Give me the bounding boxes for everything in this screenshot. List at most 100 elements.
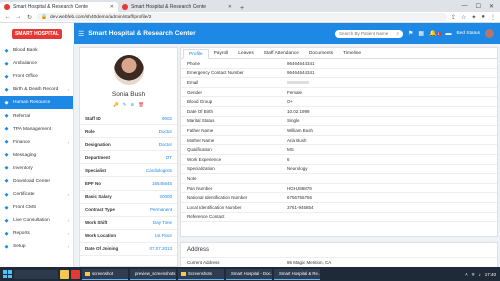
kebab-menu-icon[interactable]: ⋮ bbox=[490, 14, 496, 21]
bell-icon[interactable]: 🔔1 bbox=[429, 30, 441, 37]
detail-row-label: Date Of Birth bbox=[187, 108, 214, 114]
app-logo[interactable]: SMART HOSPITAL bbox=[11, 28, 63, 39]
clock[interactable]: 17:40 bbox=[485, 272, 496, 277]
minimize-icon[interactable]: — bbox=[462, 3, 468, 10]
address-list: Current Address 86 Magic Mention, CA bbox=[181, 258, 497, 267]
network-icon[interactable]: ⌾ bbox=[472, 272, 475, 277]
sidebar-item-front-cms[interactable]: ◆ Front CMS bbox=[0, 201, 73, 214]
detail-row-value: O+ bbox=[287, 99, 294, 105]
disable-icon[interactable]: ⊘ bbox=[130, 102, 134, 108]
detail-row-label: Local Identification Number bbox=[187, 204, 242, 210]
os-taskbar: screenshot preview_screenshots Screenshots… bbox=[0, 267, 500, 281]
calendar-icon[interactable]: ▦ bbox=[418, 30, 424, 37]
taskbar-window-button[interactable]: Screenshots bbox=[178, 268, 224, 280]
sidebar-item-front-office[interactable]: ◆ Front Office bbox=[0, 70, 73, 83]
new-tab-button[interactable]: + bbox=[236, 5, 248, 12]
profile-row-value: 07.07.2013 bbox=[149, 246, 172, 252]
chrome-icon[interactable] bbox=[71, 269, 80, 279]
trash-icon[interactable]: 🗑 bbox=[138, 102, 144, 108]
sidebar-item-ambulance[interactable]: ◆ Ambulance bbox=[0, 57, 73, 70]
taskbar-window-button[interactable]: Smart Hospital - Doc... bbox=[226, 268, 272, 280]
profile-row-label: Department bbox=[85, 154, 111, 160]
detail-row: Qualification MS bbox=[181, 145, 497, 155]
desk-icon: ◆ bbox=[4, 73, 9, 80]
chevron-up-icon[interactable]: ˄ bbox=[465, 272, 468, 277]
detail-row-value: Aria Bush bbox=[287, 137, 307, 143]
pencil-icon[interactable]: ✎ bbox=[123, 102, 127, 108]
volume-icon[interactable]: ♪ bbox=[478, 272, 480, 277]
sidebar-item-tpa-management[interactable]: ◆ TPA Management bbox=[0, 123, 73, 136]
profile-row: Work Shift Day Time bbox=[80, 217, 177, 230]
sidebar-item-download-center[interactable]: ◆ Download Center bbox=[0, 175, 73, 188]
sidebar-item-setup[interactable]: ◆ Setup › bbox=[0, 240, 73, 253]
detail-row-label: Work Experience bbox=[187, 156, 222, 162]
chevron-right-icon: › bbox=[67, 218, 69, 224]
browser-tab-active[interactable]: Smart Hospital & Research Cente ✕ bbox=[0, 2, 118, 12]
forward-icon[interactable]: → bbox=[15, 14, 22, 20]
profile-row-value: Cardiologists bbox=[145, 167, 172, 173]
profile-icon[interactable]: ● bbox=[481, 14, 485, 21]
sidebar: ◆ Blood Bank ◆ Ambulance ◆ Front Office ◆ Birth… bbox=[0, 44, 74, 267]
file-explorer-icon[interactable] bbox=[60, 269, 69, 279]
bed-status-link[interactable]: Bed Status bbox=[457, 31, 480, 36]
tab-leaves[interactable]: Leaves bbox=[233, 48, 258, 58]
close-icon[interactable]: ✕ bbox=[110, 4, 114, 10]
browser-tab[interactable]: Smart Hospital & Research Cente ✕ bbox=[118, 2, 236, 12]
sidebar-item-messaging[interactable]: ◆ Messaging bbox=[0, 149, 73, 162]
profile-card: Sonia Bush 🔑 ✎ ⊘ 🗑 Staff ID 9002 Role Docto… bbox=[79, 47, 178, 267]
record-icon: ◆ bbox=[4, 86, 9, 93]
back-icon[interactable]: ← bbox=[4, 14, 11, 20]
detail-row-value: 96464644341 bbox=[287, 70, 315, 76]
users-icon: ◆ bbox=[4, 99, 9, 106]
detail-row-value: Female bbox=[287, 89, 303, 95]
url-field[interactable]: 🔒 dev.webfeb.com/sh40demo/admin/staff/pr… bbox=[37, 13, 447, 21]
search-placeholder: Search By Patient Name bbox=[339, 31, 389, 36]
app-title: Smart Hospital & Research Center bbox=[88, 30, 196, 37]
sidebar-item-inventory[interactable]: ◆ Inventory bbox=[0, 162, 73, 175]
sidebar-item-label: Reports bbox=[13, 231, 30, 237]
tab-profile[interactable]: Profile bbox=[183, 49, 209, 59]
taskbar-window-button[interactable]: Smart Hospital & Re... bbox=[274, 268, 320, 280]
patient-search-input[interactable]: Search By Patient Name ⌕ bbox=[335, 29, 404, 38]
sidebar-item-referral[interactable]: ◆ Referral bbox=[0, 109, 73, 122]
detail-row: Marital Status Single bbox=[181, 117, 497, 127]
maximize-icon[interactable]: ☐ bbox=[476, 3, 481, 10]
detail-row-label: Qualification bbox=[187, 147, 212, 153]
close-window-icon[interactable]: ✕ bbox=[489, 3, 494, 10]
taskbar-window-button[interactable]: screenshot bbox=[82, 268, 128, 280]
taskbar-window-label: Smart Hospital - Doc... bbox=[231, 271, 272, 276]
taskbar-search[interactable] bbox=[14, 269, 58, 279]
sidebar-item-reports[interactable]: ◆ Reports › bbox=[0, 227, 73, 240]
reload-icon[interactable]: ↻ bbox=[26, 14, 33, 21]
star-icon[interactable]: ☆ bbox=[461, 14, 466, 21]
detail-row-label: Phone bbox=[187, 60, 201, 66]
extensions-icon[interactable]: ✦ bbox=[471, 14, 476, 21]
detail-row: Work Experience 6 bbox=[181, 155, 497, 165]
site-favicon-icon bbox=[122, 4, 128, 10]
detail-row-value: Neurology bbox=[287, 166, 308, 172]
user-avatar[interactable] bbox=[485, 29, 494, 38]
close-icon[interactable]: ✕ bbox=[228, 4, 232, 10]
taskbar-window-label: Smart Hospital & Re... bbox=[279, 271, 320, 276]
detail-row-value: HGHJ86879 bbox=[287, 185, 312, 191]
key-icon[interactable]: 🔑 bbox=[113, 102, 119, 108]
taskbar-window-button[interactable]: preview_screenshots bbox=[130, 268, 176, 280]
sidebar-item-birth-death-record[interactable]: ◆ Birth & Death Record › bbox=[0, 83, 73, 96]
folder-icon bbox=[181, 271, 186, 276]
sidebar-item-finance[interactable]: ◆ Finance › bbox=[0, 136, 73, 149]
sidebar-item-human-resource[interactable]: ◆ Human Resource bbox=[0, 96, 73, 110]
tab-staff-attendance[interactable]: Staff Attendance bbox=[259, 48, 304, 58]
windows-start-icon[interactable] bbox=[2, 269, 12, 279]
share-icon[interactable]: ⇪ bbox=[451, 14, 456, 21]
hamburger-menu-icon[interactable]: ☰ bbox=[78, 30, 84, 38]
sidebar-item-certificate[interactable]: ◆ Certificate › bbox=[0, 188, 73, 201]
tab-timeline[interactable]: Timeline bbox=[338, 48, 366, 58]
profile-row-label: Staff ID bbox=[85, 115, 101, 121]
tab-documents[interactable]: Documents bbox=[304, 48, 338, 58]
sidebar-item-blood-bank[interactable]: ◆ Blood Bank bbox=[0, 44, 73, 57]
flag-icon[interactable]: ⚑ bbox=[408, 30, 413, 37]
sidebar-item-live-consultation[interactable]: ◆ Live Consultation › bbox=[0, 214, 73, 227]
detail-row-value: 6 bbox=[287, 156, 290, 162]
tab-payroll[interactable]: Payroll bbox=[209, 48, 234, 58]
sidebar-item-label: Messaging bbox=[13, 152, 37, 158]
